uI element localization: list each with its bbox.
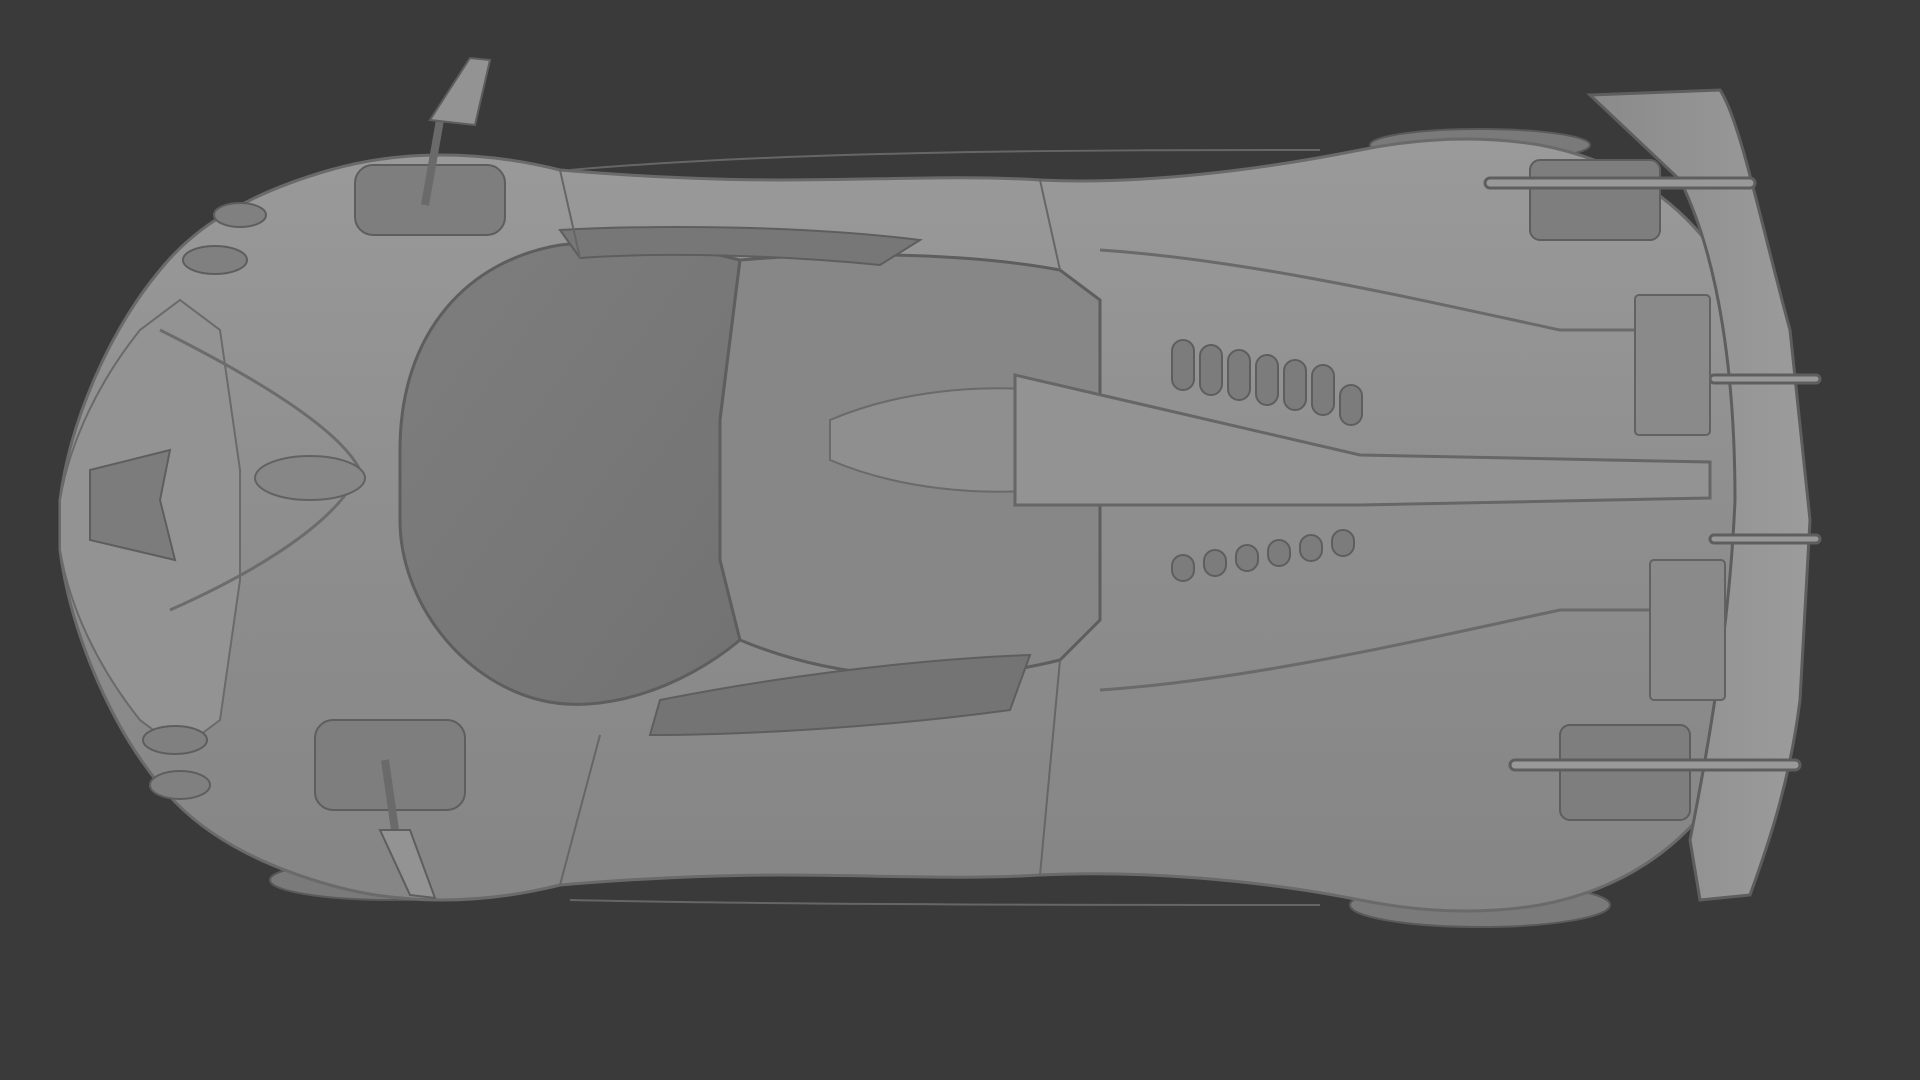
headlight-left-2 xyxy=(213,202,267,228)
mirror-left xyxy=(428,56,492,127)
rear-vent-left xyxy=(1529,159,1661,241)
vent-slot xyxy=(1227,349,1251,401)
rear-panel-left xyxy=(1634,294,1711,436)
vent-slot xyxy=(1203,549,1227,577)
windshield xyxy=(398,240,742,706)
vent-slot xyxy=(1171,554,1195,582)
car-render xyxy=(58,56,1822,928)
rear-vent-right xyxy=(1559,724,1691,821)
vent-slot xyxy=(1311,364,1335,416)
strut xyxy=(1708,533,1822,545)
hood-ornament xyxy=(254,455,366,501)
vent-slot xyxy=(1283,359,1307,411)
rear-panel-right xyxy=(1649,559,1726,701)
vent-slot xyxy=(1267,539,1291,567)
strut xyxy=(1708,373,1822,385)
headlight-right-2 xyxy=(149,770,211,800)
vent-slot xyxy=(1299,534,1323,562)
vent-slot xyxy=(1235,544,1259,572)
strut xyxy=(1508,758,1802,772)
vent-slot xyxy=(1199,344,1223,396)
front-intake xyxy=(89,448,177,562)
headlight-right-1 xyxy=(142,725,208,755)
vent-slot xyxy=(1331,529,1355,557)
vent-slot xyxy=(1339,384,1363,426)
strut xyxy=(1483,176,1757,190)
vent-slot xyxy=(1255,354,1279,406)
render-viewport xyxy=(0,0,1920,1080)
headlight-left-1 xyxy=(182,245,248,275)
vent-slot xyxy=(1171,339,1195,391)
